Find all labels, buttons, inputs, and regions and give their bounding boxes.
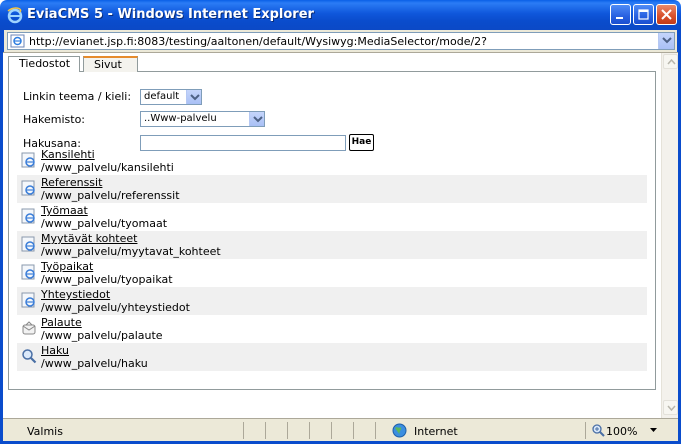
tab-bar: Tiedostot Sivut [8,55,656,72]
page-icon [21,208,35,224]
list-item: Kansilehti /www_palvelu/kansilehti [17,147,647,175]
page-path: /www_palvelu/kansilehti [41,161,174,174]
status-pane [265,422,287,439]
scroll-down-button[interactable] [663,400,678,415]
page-content: Tiedostot Sivut Linkin teema / kieli: de… [3,52,678,418]
status-pane [353,422,375,439]
list-item: Myytävät kohteet /www_palvelu/myytavat_k… [17,231,647,259]
page-icon [21,292,35,308]
page-path: /www_palvelu/tyopaikat [41,273,173,286]
chevron-down-icon [253,116,263,123]
close-button[interactable] [656,4,677,25]
theme-select-value: default [144,91,180,102]
list-item: Palaute /www_palvelu/palaute [17,315,647,343]
window-title: EviaCMS 5 - Windows Internet Explorer [27,7,314,22]
address-field[interactable]: http://evianet.jsp.fi:8083/testing/aalto… [7,32,675,50]
page-path: /www_palvelu/tyomaat [41,217,168,230]
list-item: Haku /www_palvelu/haku [17,343,647,371]
url-text: http://evianet.jsp.fi:8083/testing/aalto… [29,35,488,48]
zoom-level: 100% [606,425,638,438]
status-bar: Valmis Internet 100% [3,418,678,441]
status-text: Valmis [27,425,63,438]
page-path: /www_palvelu/myytavat_kohteet [41,245,221,258]
list-item: Yhteystiedot /www_palvelu/yhteystiedot [17,287,647,315]
scroll-up-button[interactable] [663,54,678,69]
status-pane [243,422,265,439]
tab-sivut[interactable]: Sivut [83,56,138,72]
page-path: /www_palvelu/palaute [41,329,163,342]
ie-page-icon [10,34,25,48]
page-icon [21,152,35,168]
zone-pane[interactable]: Internet [375,422,585,439]
folder-select-value: ..Www-palvelu [144,113,217,124]
chevron-down-icon [190,94,200,101]
address-dropdown-button[interactable] [658,33,674,49]
page-path: /www_palvelu/referenssit [41,189,180,202]
page-path: /www_palvelu/haku [41,357,148,370]
list-item: Referenssit /www_palvelu/referenssit [17,175,647,203]
zone-text: Internet [414,425,458,438]
theme-label: Linkin teema / kieli: [23,90,132,103]
chevron-up-icon [667,59,676,65]
theme-select-arrow[interactable] [186,90,201,104]
globe-icon [392,423,407,438]
page-icon [21,236,35,252]
tab-panel-sivut: Linkin teema / kieli: default Hakemisto:… [8,72,656,390]
page-list: Kansilehti /www_palvelu/kansilehti Refer… [17,147,647,371]
title-bar[interactable]: EviaCMS 5 - Windows Internet Explorer [0,0,681,30]
page-link[interactable]: Haku [41,344,69,357]
minimize-button[interactable] [610,4,631,25]
chevron-down-icon [667,405,676,411]
chevron-down-icon [662,37,672,44]
page-link[interactable]: Referenssit [41,176,102,189]
list-item: Työmaat /www_palvelu/tyomaat [17,203,647,231]
vertical-scrollbar[interactable] [661,53,678,418]
status-pane [287,422,309,439]
maximize-icon [638,9,649,20]
zoom-icon [592,424,605,437]
page-link[interactable]: Yhteystiedot [41,288,110,301]
folder-select[interactable]: ..Www-palvelu [140,111,265,127]
page-link[interactable]: Palaute [41,316,82,329]
folder-label: Hakemisto: [23,113,86,126]
status-pane [309,422,331,439]
page-link[interactable]: Kansilehti [41,148,95,161]
feedback-icon [22,321,36,335]
page-link[interactable]: Myytävät kohteet [41,232,137,245]
folder-select-arrow[interactable] [249,112,264,126]
page-link[interactable]: Työpaikat [41,260,93,273]
page-path: /www_palvelu/yhteystiedot [41,301,190,314]
status-pane [331,422,353,439]
page-icon [21,180,35,196]
chevron-down-icon[interactable] [650,428,657,433]
search-icon [22,349,37,364]
maximize-button[interactable] [633,4,654,25]
list-item: Työpaikat /www_palvelu/tyopaikat [17,259,647,287]
theme-select[interactable]: default [140,89,202,105]
address-bar: http://evianet.jsp.fi:8083/testing/aalto… [3,30,678,52]
close-icon [661,9,672,20]
tab-tiedostot[interactable]: Tiedostot [8,56,80,72]
media-selector: Tiedostot Sivut Linkin teema / kieli: de… [8,55,656,390]
minimize-icon [616,17,623,19]
ie-logo-icon [7,7,23,24]
page-icon [21,264,35,280]
page-link[interactable]: Työmaat [41,204,88,217]
zoom-control[interactable]: 100% [585,422,675,439]
